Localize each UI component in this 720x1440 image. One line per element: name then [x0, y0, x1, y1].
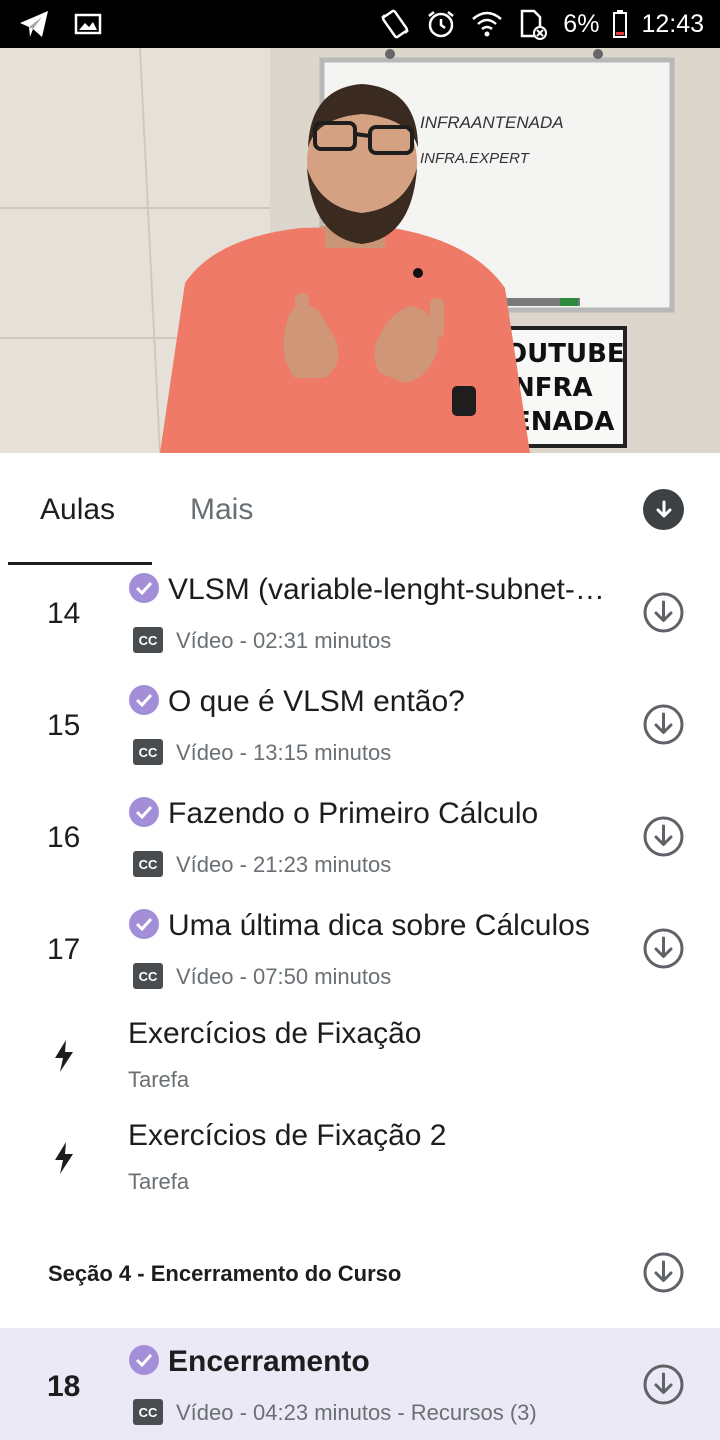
lesson-title: Uma última dica sobre Cálculos — [168, 909, 590, 942]
lesson-meta: Vídeo - 13:15 minutos — [176, 740, 392, 765]
download-button[interactable] — [643, 592, 684, 633]
lesson-row[interactable]: 15 O que é VLSM então? CC Vídeo - 13:15 … — [0, 677, 720, 789]
download-icon — [643, 704, 684, 745]
tab-bar: Aulas Mais — [0, 453, 720, 565]
lesson-meta: Vídeo - 21:23 minutos — [176, 852, 392, 877]
telegram-icon — [18, 8, 50, 40]
video-player[interactable]: INFRAANTENADA INFRA.EXPERT OUTUBE NFRA E… — [0, 48, 720, 453]
lesson-meta: Vídeo - 07:50 minutos — [176, 964, 392, 989]
download-button[interactable] — [643, 816, 684, 857]
closed-captions-icon: CC — [133, 627, 163, 653]
current-lesson-row[interactable]: 18 Encerramento CC Vídeo - 04:23 minutos… — [0, 1328, 720, 1440]
lesson-row[interactable]: 17 Uma última dica sobre Cálculos CC Víd… — [0, 901, 720, 1013]
task-title: Exercícios de Fixação 2 — [128, 1119, 447, 1152]
lesson-title: O que é VLSM então? — [168, 685, 465, 718]
alarm-icon — [425, 8, 457, 40]
download-button[interactable] — [643, 1364, 684, 1405]
download-button[interactable] — [643, 928, 684, 969]
lightning-icon — [52, 1039, 76, 1073]
completed-check-icon[interactable] — [129, 685, 159, 715]
sim-icon — [517, 8, 549, 40]
download-icon — [643, 1364, 684, 1405]
clock: 12:43 — [641, 9, 704, 38]
section-header[interactable]: Seção 4 - Encerramento do Curso — [0, 1225, 720, 1328]
completed-check-icon[interactable] — [129, 573, 159, 603]
task-row[interactable]: Exercícios de Fixação 2 Tarefa — [0, 1115, 720, 1225]
download-all-button[interactable] — [643, 489, 684, 530]
download-icon — [643, 816, 684, 857]
lightning-icon — [52, 1141, 76, 1175]
lesson-number: 18 — [47, 1370, 81, 1403]
completed-check-icon[interactable] — [129, 909, 159, 939]
completed-check-icon[interactable] — [129, 1345, 159, 1375]
task-type: Tarefa — [128, 1067, 190, 1092]
lesson-title: Fazendo o Primeiro Cálculo — [168, 797, 539, 830]
whiteboard-text-2: INFRA.EXPERT — [420, 150, 531, 167]
download-icon — [643, 928, 684, 969]
closed-captions-icon: CC — [133, 739, 163, 765]
download-icon — [656, 500, 671, 517]
lightbox-text-2: NFRA — [513, 373, 593, 403]
battery-icon — [613, 8, 628, 40]
task-type: Tarefa — [128, 1169, 190, 1194]
download-section-button[interactable] — [643, 1252, 684, 1293]
task-row[interactable]: Exercícios de Fixação Tarefa — [0, 1013, 720, 1115]
task-title: Exercícios de Fixação — [128, 1017, 422, 1050]
completed-check-icon[interactable] — [129, 797, 159, 827]
lesson-number: 16 — [47, 821, 81, 854]
lesson-meta: Vídeo - 02:31 minutos — [176, 628, 392, 653]
lightbox-text-3: ENADA — [513, 407, 614, 437]
whiteboard-text-1: INFRAANTENADA — [420, 113, 564, 132]
lightbox-text-1: OUTUBE — [505, 339, 625, 369]
closed-captions-icon: CC — [133, 963, 163, 989]
vibrate-icon — [379, 8, 411, 40]
image-icon — [72, 8, 104, 40]
tab-mais[interactable]: Mais — [190, 493, 253, 527]
lesson-row[interactable]: 16 Fazendo o Primeiro Cálculo CC Vídeo -… — [0, 789, 720, 901]
video-frame: INFRAANTENADA INFRA.EXPERT OUTUBE NFRA E… — [0, 48, 720, 453]
lesson-number: 14 — [47, 597, 81, 630]
lesson-title: Encerramento — [168, 1345, 370, 1378]
closed-captions-icon: CC — [133, 1399, 163, 1425]
lesson-number: 15 — [47, 709, 81, 742]
battery-percent: 6% — [563, 9, 600, 38]
status-bar: 6% 12:43 — [0, 0, 720, 48]
tab-aulas[interactable]: Aulas — [40, 493, 115, 527]
lesson-title: VLSM (variable-lenght-subnet-mask) — [168, 573, 608, 606]
lesson-meta: Vídeo - 04:23 minutos - Recursos (3) — [176, 1400, 537, 1425]
section-title: Seção 4 - Encerramento do Curso — [48, 1261, 402, 1286]
closed-captions-icon: CC — [133, 851, 163, 877]
lesson-row[interactable]: 14 VLSM (variable-lenght-subnet-mask) CC… — [0, 565, 720, 677]
download-button[interactable] — [643, 704, 684, 745]
download-icon — [643, 1252, 684, 1293]
lesson-number: 17 — [47, 933, 81, 966]
wifi-icon — [471, 8, 503, 40]
download-icon — [643, 592, 684, 633]
